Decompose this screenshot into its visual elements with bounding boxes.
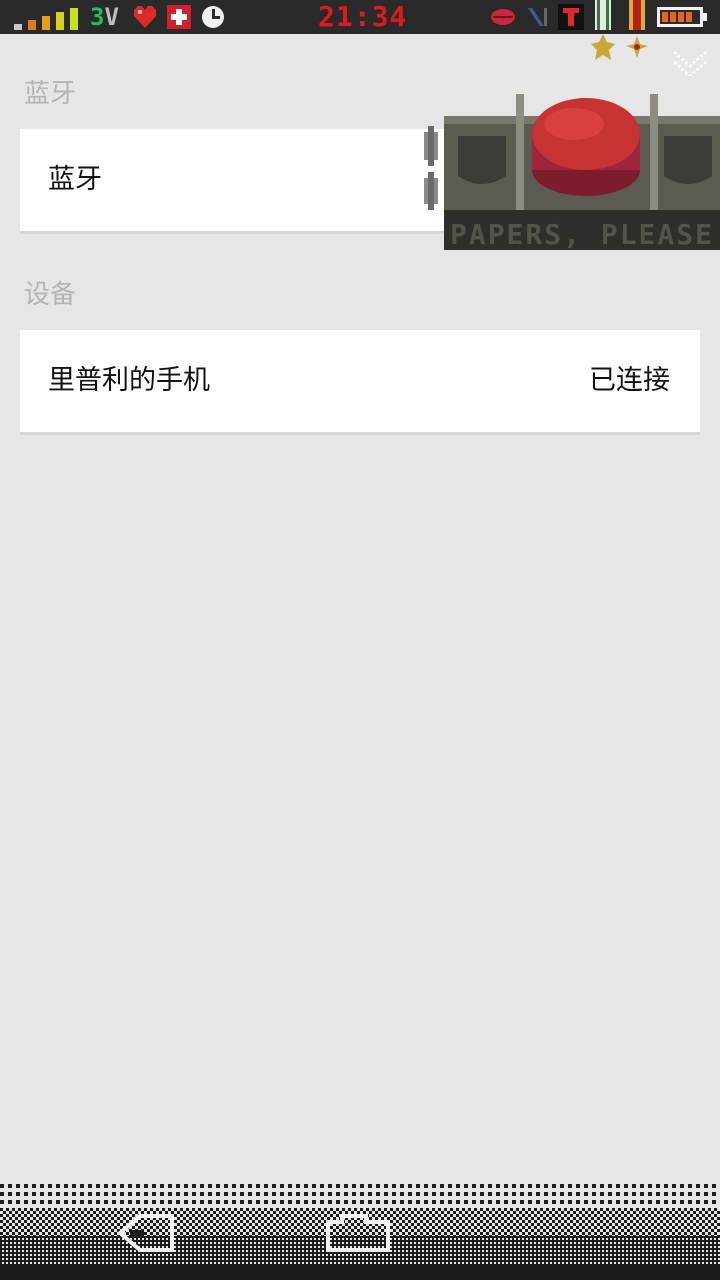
papers-please-logo-text: PAPERS, PLEASE bbox=[450, 218, 714, 251]
section-header-devices: 设备 bbox=[24, 280, 77, 310]
status-clock: 21:34 bbox=[318, 0, 408, 33]
bluetooth-label: 蓝牙 bbox=[48, 164, 102, 195]
device-name: 里普利的手机 bbox=[48, 365, 210, 396]
home-icon[interactable] bbox=[318, 1210, 398, 1260]
signal-bars-icon bbox=[14, 8, 78, 30]
back-icon[interactable] bbox=[112, 1210, 192, 1260]
t-tile-icon bbox=[558, 4, 584, 30]
section-header-bluetooth: 蓝牙 bbox=[24, 79, 77, 109]
medal-red-icon bbox=[626, 0, 648, 58]
device-row[interactable]: 里普利的手机 已连接 bbox=[20, 330, 700, 435]
network-type: 3V bbox=[90, 3, 119, 31]
diagonal-mark-icon bbox=[528, 8, 547, 26]
clock-icon bbox=[202, 6, 224, 28]
lips-icon bbox=[491, 9, 515, 25]
chevron-down-icon[interactable] bbox=[670, 46, 710, 76]
medical-cross-icon bbox=[167, 5, 191, 29]
papers-please-toggle-button[interactable]: PAPERS, PLEASE bbox=[424, 92, 720, 252]
medal-green-icon bbox=[591, 0, 615, 60]
device-status: 已连接 bbox=[589, 365, 670, 396]
heart-icon bbox=[134, 6, 156, 28]
battery-icon bbox=[657, 7, 707, 27]
